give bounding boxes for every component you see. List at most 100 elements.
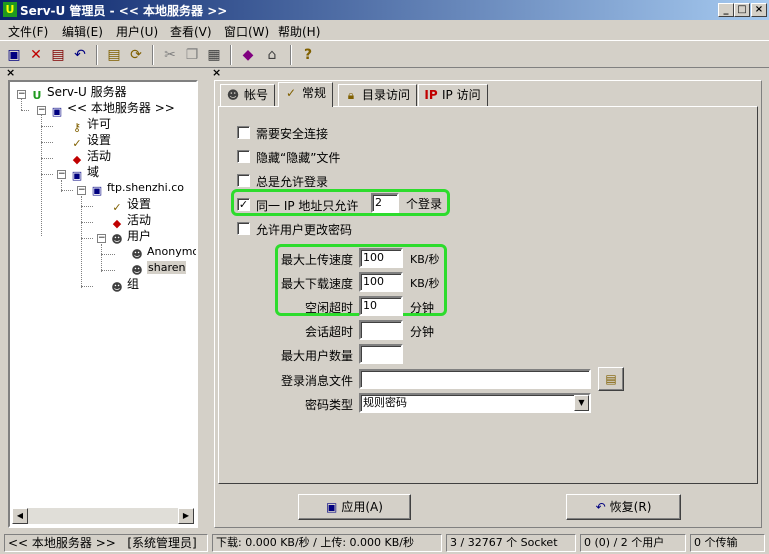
always-allow-label: 总是允许登录 xyxy=(256,175,329,189)
tree-user-anonymous[interactable]: ☻Anonymou xyxy=(130,244,196,261)
group-icon: ☻ xyxy=(111,281,123,294)
minimize-button[interactable]: _ xyxy=(718,3,734,17)
refresh-icon[interactable]: ⟳ xyxy=(126,45,146,65)
allow-change-password-checkbox[interactable] xyxy=(237,222,250,235)
tree-groups[interactable]: ☻ 组 xyxy=(110,276,139,294)
close-button[interactable]: × xyxy=(751,3,767,17)
undo-icon[interactable]: ↶ xyxy=(70,45,90,65)
users-icon: ☻ xyxy=(111,233,123,246)
max-upload-label: 最大上传速度 xyxy=(281,253,354,267)
max-users-input[interactable] xyxy=(359,344,403,364)
status-bar: << 本地服务器 >> [系统管理员] 下载: 0.000 KB/秒 / 上传:… xyxy=(0,532,769,554)
server-icon[interactable]: ⌂ xyxy=(262,45,282,65)
tree-domain-settings[interactable]: ✓ 设置 xyxy=(110,196,151,214)
save-icon[interactable]: ▣ xyxy=(4,45,24,65)
secure-connection-checkbox[interactable] xyxy=(237,126,250,139)
serv-u-icon: U xyxy=(3,2,17,17)
left-pane-close-icon[interactable]: × xyxy=(6,66,15,79)
tab-general[interactable]: ✓ 常规 xyxy=(278,82,334,107)
status-users: 0 (0) / 2 个用户 xyxy=(580,534,686,552)
cut-icon[interactable]: ✂ xyxy=(160,45,180,65)
tree-user-sharen[interactable]: ☻ sharen xyxy=(130,260,187,277)
menu-file[interactable]: 文件(F) xyxy=(8,23,48,40)
computer-icon: ▣ xyxy=(91,184,103,197)
hide-hidden-checkbox[interactable] xyxy=(237,150,250,163)
menu-window[interactable]: 窗口(W) xyxy=(224,23,269,40)
tree-local-server[interactable]: ▣ << 本地服务器 >> xyxy=(50,100,175,118)
allow-change-password-label: 允许用户更改密码 xyxy=(256,223,353,237)
tree-domain[interactable]: ▣ ftp.shenzhi.co xyxy=(90,180,184,197)
max-download-unit: KB/秒 xyxy=(410,277,440,290)
delete-icon[interactable]: ✕ xyxy=(26,45,46,65)
login-message-label: 登录消息文件 xyxy=(281,374,354,388)
left-pane-header: × xyxy=(0,66,206,80)
menu-help[interactable]: 帮助(H) xyxy=(278,23,320,40)
tree-activity[interactable]: ◆ 活动 xyxy=(70,148,111,166)
right-pane-header: × xyxy=(206,66,769,80)
restore-button[interactable]: ↶ 恢复(R) xyxy=(566,494,681,520)
secure-connection-label: 需要安全连接 xyxy=(256,127,329,141)
browse-icon: ▤ xyxy=(605,372,617,386)
collapse-server-icon[interactable]: − xyxy=(37,106,46,115)
menu-edit[interactable]: 编辑(E) xyxy=(62,23,103,40)
max-download-input[interactable]: 100 xyxy=(359,272,403,292)
help-icon[interactable]: ? xyxy=(298,45,318,65)
toolbar-separator xyxy=(290,45,292,65)
tree-domain-activity[interactable]: ◆ 活动 xyxy=(110,212,151,230)
same-ip-limit-input[interactable]: 2 xyxy=(371,193,399,213)
collapse-domain-icon[interactable]: − xyxy=(77,186,86,195)
tree-root[interactable]: U Serv-U 服务器 xyxy=(30,84,127,102)
menu-view[interactable]: 查看(V) xyxy=(170,23,212,40)
lock-icon: 🔒︎ xyxy=(347,88,355,102)
up-folder-icon[interactable]: ▤ xyxy=(104,45,124,65)
toolbar: ▣ ✕ ▤ ↶ ▤ ⟳ ✂ ❐ ▦ ◆ ⌂ ? xyxy=(0,40,769,68)
maximize-button[interactable]: □ xyxy=(734,3,750,17)
max-upload-input[interactable]: 100 xyxy=(359,248,403,268)
password-type-value: 规则密码 xyxy=(363,396,407,409)
user-icon: ☻ xyxy=(226,88,240,102)
session-timeout-label: 会话超时 xyxy=(305,325,354,339)
max-upload-unit: KB/秒 xyxy=(410,253,440,266)
scroll-right-icon[interactable]: ▶ xyxy=(178,508,194,524)
always-allow-checkbox[interactable] xyxy=(237,174,250,187)
chevron-down-icon[interactable]: ▼ xyxy=(574,395,589,411)
tree-users[interactable]: ☻ 用户 xyxy=(110,228,151,246)
toolbar-separator xyxy=(96,45,98,65)
menu-bar: 文件(F) 编辑(E) 用户(U) 查看(V) 窗口(W) 帮助(H) xyxy=(0,20,769,40)
copy-icon[interactable]: ❐ xyxy=(182,45,202,65)
properties-icon[interactable]: ▤ xyxy=(48,45,68,65)
login-message-input[interactable] xyxy=(359,369,591,389)
tree-license[interactable]: ⚷ 许可 xyxy=(70,116,111,134)
session-timeout-input[interactable] xyxy=(359,320,403,340)
serv-u-icon: U xyxy=(32,89,42,102)
settings-icon: ✓ xyxy=(285,86,297,100)
menu-user[interactable]: 用户(U) xyxy=(116,23,158,40)
tab-directory-access[interactable]: 🔒︎ 目录访问 xyxy=(338,84,418,106)
collapse-users-icon[interactable]: − xyxy=(97,234,106,243)
tree-domains[interactable]: ▣ 域 xyxy=(70,164,99,182)
same-ip-limit-checkbox[interactable]: ✓ xyxy=(237,198,250,211)
tree-settings[interactable]: ✓ 设置 xyxy=(70,132,111,150)
browse-file-button[interactable]: ▤ xyxy=(598,367,624,391)
collapse-root-icon[interactable]: − xyxy=(17,90,26,99)
status-sockets: 3 / 32767 个 Socket xyxy=(446,534,576,552)
scroll-left-icon[interactable]: ◀ xyxy=(12,508,28,524)
idle-timeout-unit: 分钟 xyxy=(410,301,435,315)
horizontal-scrollbar[interactable]: ◀ ▶ xyxy=(12,508,194,524)
password-type-select[interactable]: 规则密码 ▼ xyxy=(359,393,591,413)
max-download-label: 最大下载速度 xyxy=(281,277,354,291)
same-ip-limit-label: 同一 IP 地址只允许 xyxy=(256,199,359,213)
password-type-label: 密码类型 xyxy=(305,398,354,412)
collapse-domains-icon[interactable]: − xyxy=(57,170,66,179)
status-transfers: 0 个传输 xyxy=(690,534,765,552)
paste-icon[interactable]: ▦ xyxy=(204,45,224,65)
right-pane-close-icon[interactable]: × xyxy=(212,66,221,79)
tab-ip-access[interactable]: IP IP 访问 xyxy=(418,84,488,106)
tab-account[interactable]: ☻ 帐号 xyxy=(220,84,276,106)
book-icon[interactable]: ◆ xyxy=(238,45,258,65)
idle-timeout-input[interactable]: 10 xyxy=(359,296,403,316)
domains-icon: ▣ xyxy=(71,169,83,182)
status-server: << 本地服务器 >> [系统管理员] xyxy=(4,534,208,552)
apply-button[interactable]: ▣ 应用(A) xyxy=(298,494,411,520)
max-users-label: 最大用户数量 xyxy=(281,349,354,363)
